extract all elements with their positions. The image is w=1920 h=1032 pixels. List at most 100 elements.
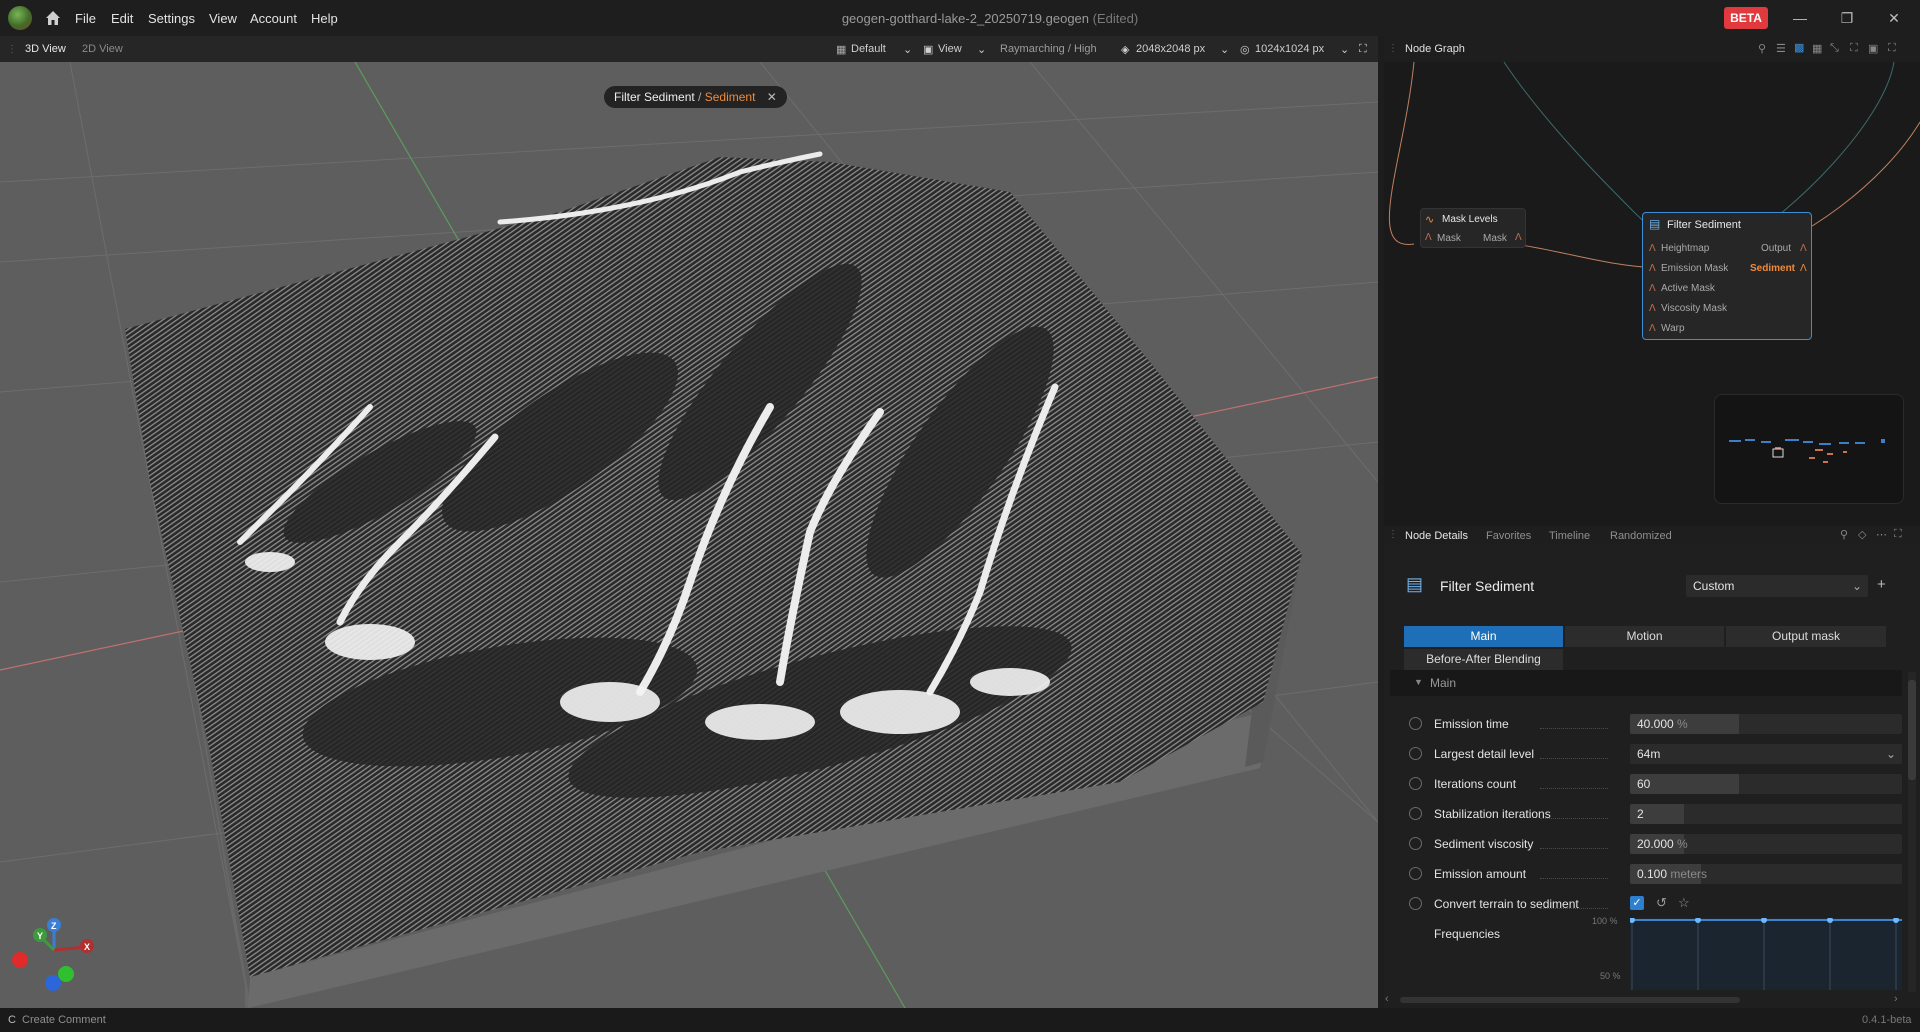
tile-resolution-dropdown[interactable]: 1024x1024 px [1255, 43, 1324, 55]
drag-handle-icon[interactable]: ⋮ [1388, 43, 1398, 54]
emission-amount-field[interactable]: 0.100 meters [1630, 864, 1902, 884]
drag-handle-icon[interactable]: ⋮ [7, 44, 17, 55]
star-icon[interactable]: ☆ [1678, 895, 1690, 911]
port-icon[interactable]: Λ [1515, 232, 1522, 243]
port-icon[interactable]: Λ [1649, 283, 1656, 294]
filter-sediment-node[interactable]: ▤ Filter Sediment Λ Heightmap Λ Emission… [1642, 212, 1812, 340]
chevron-down-icon[interactable]: ⌄ [1340, 43, 1349, 56]
convert-terrain-checkbox[interactable]: ✓ [1630, 896, 1644, 910]
maximize-icon[interactable]: ⛶ [1888, 42, 1896, 55]
frequency-control-point[interactable] [1695, 917, 1701, 923]
tab-2d-view[interactable]: 2D View [82, 43, 123, 55]
mask-levels-output[interactable]: Mask [1483, 233, 1507, 244]
resolution-dropdown[interactable]: 2048x2048 px [1136, 43, 1205, 55]
param-leader [1540, 878, 1608, 879]
mask-levels-icon: ∿ [1425, 214, 1435, 226]
port-icon[interactable]: Λ [1800, 243, 1807, 254]
preset-dropdown[interactable]: Default [851, 43, 886, 55]
section-main-header[interactable]: ▼ Main [1390, 670, 1902, 696]
chevron-down-icon[interactable]: ⌄ [1220, 43, 1229, 56]
node-graph-minimap[interactable] [1714, 394, 1904, 504]
diamond-icon[interactable]: ◇ [1858, 528, 1866, 541]
input-warp[interactable]: Warp [1661, 323, 1685, 334]
tab-randomized[interactable]: Randomized [1610, 530, 1672, 542]
reset-icon[interactable]: ↺ [1656, 895, 1667, 911]
tab-main[interactable]: Main [1404, 626, 1563, 647]
port-icon[interactable]: Λ [1800, 263, 1807, 274]
preset-select[interactable]: Custom ⌄ [1686, 575, 1868, 597]
param-override-radio[interactable] [1409, 747, 1422, 760]
input-viscosity-mask[interactable]: Viscosity Mask [1661, 303, 1727, 314]
largest-detail-level-select[interactable]: 64m ⌄ [1630, 744, 1902, 764]
maximize-icon[interactable]: ⛶ [1894, 528, 1902, 541]
frequencies-curve [1629, 917, 1902, 990]
param-override-radio[interactable] [1409, 717, 1422, 730]
tab-favorites[interactable]: Favorites [1486, 530, 1531, 542]
search-icon[interactable]: ⚲ [1840, 528, 1848, 541]
breadcrumb-output[interactable]: Sediment [705, 90, 756, 104]
restore-icon[interactable]: ❐ [1837, 8, 1857, 28]
axis-gizmo[interactable]: Z X Y [12, 918, 94, 991]
details-horizontal-scrollbar[interactable]: ‹ › [1384, 993, 1920, 1006]
minimize-icon[interactable]: — [1790, 8, 1810, 28]
layout-toggle-icon[interactable]: ▩ [1794, 41, 1804, 54]
collapse-icon[interactable]: ⤡ [1830, 42, 1839, 55]
view-dropdown[interactable]: View [938, 43, 962, 55]
port-icon[interactable]: Λ [1649, 263, 1656, 274]
tab-timeline[interactable]: Timeline [1549, 530, 1590, 542]
grid-icon[interactable]: ▦ [1812, 42, 1822, 55]
tab-before-after-blending[interactable]: Before-After Blending [1404, 649, 1563, 670]
breadcrumb-node[interactable]: Filter Sediment [614, 90, 695, 104]
frequencies-curve-editor[interactable] [1629, 917, 1902, 990]
port-icon[interactable]: Λ [1425, 232, 1432, 243]
frequency-control-point[interactable] [1827, 917, 1833, 923]
iterations-count-field[interactable]: 60 [1630, 774, 1902, 794]
more-icon[interactable]: ⋯ [1876, 528, 1887, 541]
close-window-icon[interactable]: ✕ [1884, 8, 1904, 28]
chevron-down-icon: ⌄ [1886, 747, 1897, 761]
sediment-viscosity-field[interactable]: 20.000 % [1630, 834, 1902, 854]
details-vertical-scrollbar[interactable] [1908, 672, 1916, 992]
port-icon[interactable]: Λ [1649, 243, 1656, 254]
mask-levels-node[interactable]: ∿ Mask Levels Λ Mask Mask Λ [1420, 208, 1526, 248]
stabilization-iterations-field[interactable]: 2 [1630, 804, 1902, 824]
search-icon[interactable]: ⚲ [1758, 42, 1766, 55]
param-override-radio[interactable] [1409, 897, 1422, 910]
output-output[interactable]: Output [1761, 243, 1791, 254]
drag-handle-icon[interactable]: ⋮ [1388, 529, 1398, 540]
frequency-control-point[interactable] [1629, 917, 1635, 923]
render-mode[interactable]: Raymarching / High [1000, 43, 1097, 55]
scrollbar-thumb[interactable] [1400, 997, 1740, 1003]
input-active-mask[interactable]: Active Mask [1661, 283, 1715, 294]
tab-motion[interactable]: Motion [1565, 626, 1724, 647]
tab-output-mask[interactable]: Output mask [1726, 626, 1886, 647]
frame-icon[interactable]: ⛶ [1850, 42, 1858, 55]
emission-time-field[interactable]: 40.000 % [1630, 714, 1902, 734]
param-override-radio[interactable] [1409, 867, 1422, 880]
param-override-radio[interactable] [1409, 837, 1422, 850]
input-emission-mask[interactable]: Emission Mask [1661, 263, 1728, 274]
output-sediment[interactable]: Sediment [1750, 263, 1795, 274]
mask-levels-input[interactable]: Mask [1437, 233, 1461, 244]
viewport-3d[interactable]: Z X Y [0, 62, 1378, 1008]
port-icon[interactable]: Λ [1649, 303, 1656, 314]
port-icon[interactable]: Λ [1649, 323, 1656, 334]
input-heightmap[interactable]: Heightmap [1661, 243, 1709, 254]
list-icon[interactable]: ☰ [1776, 42, 1786, 55]
param-override-radio[interactable] [1409, 777, 1422, 790]
create-comment-hint[interactable]: Create Comment [22, 1014, 106, 1026]
fullscreen-icon[interactable]: ⛶ [1359, 43, 1367, 56]
param-override-radio[interactable] [1409, 807, 1422, 820]
chevron-right-icon[interactable]: › [1894, 993, 1898, 1005]
tab-node-details[interactable]: Node Details [1405, 530, 1468, 542]
tab-3d-view[interactable]: 3D View [25, 43, 66, 55]
add-icon[interactable]: + [1877, 576, 1886, 593]
scrollbar-thumb[interactable] [1908, 680, 1916, 780]
frequency-control-point[interactable] [1893, 917, 1899, 923]
close-icon[interactable]: ✕ [767, 90, 777, 104]
frequency-control-point[interactable] [1761, 917, 1767, 923]
chevron-down-icon[interactable]: ⌄ [977, 43, 986, 56]
chevron-down-icon[interactable]: ⌄ [903, 43, 912, 56]
chevron-left-icon[interactable]: ‹ [1385, 993, 1389, 1005]
fit-icon[interactable]: ▣ [1868, 42, 1878, 55]
